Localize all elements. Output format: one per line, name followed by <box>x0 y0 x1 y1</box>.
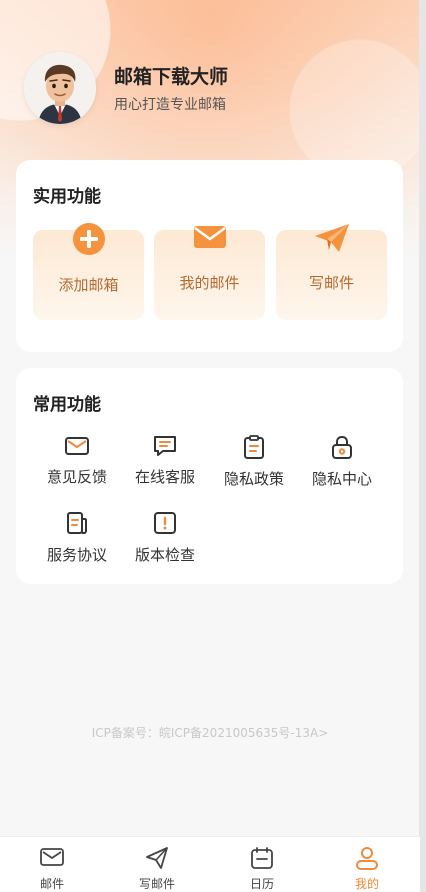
tile-label: 我的邮件 <box>179 274 240 292</box>
avatar[interactable] <box>24 52 96 124</box>
function-label: 在线客服 <box>134 468 195 486</box>
icp-record-link[interactable]: ICP备案号：皖ICP备2021005635号-13A> <box>0 724 420 741</box>
user-icon <box>356 847 378 870</box>
add-mailbox-button[interactable]: 添加邮箱 <box>33 223 144 320</box>
app-name: 邮箱下载大师 <box>114 66 229 88</box>
tab-mail[interactable]: 邮件 <box>0 837 104 892</box>
section-title: 常用功能 <box>33 395 101 415</box>
function-label: 隐私中心 <box>311 470 372 488</box>
compose-mail-button[interactable]: 写邮件 <box>276 224 387 320</box>
feedback-button[interactable]: 意见反馈 <box>33 434 121 487</box>
paper-plane-icon <box>313 222 351 258</box>
function-label: 版本检查 <box>134 546 195 564</box>
common-functions-card: 常用功能 意见反馈 在线客服 隐私政策 隐私中心 服务协议 版本检查 <box>16 368 403 584</box>
scrollbar[interactable] <box>419 0 426 892</box>
alert-icon <box>154 512 176 534</box>
privacy-center-button[interactable]: 隐私中心 <box>298 434 386 489</box>
chat-icon <box>154 436 176 456</box>
plus-circle-icon <box>72 222 106 260</box>
mail-icon <box>65 437 89 455</box>
function-label: 意见反馈 <box>46 468 107 486</box>
section-title: 实用功能 <box>33 187 101 207</box>
tab-calendar[interactable]: 日历 <box>210 837 314 892</box>
tab-label: 我的 <box>354 877 379 891</box>
version-check-button[interactable]: 版本检查 <box>121 510 209 565</box>
envelope-icon <box>192 222 228 256</box>
calendar-icon <box>251 847 273 869</box>
clipboard-icon <box>244 435 264 459</box>
tab-label: 写邮件 <box>138 877 175 891</box>
bottom-tab-bar: 邮件 写邮件 日历 我的 <box>0 836 420 892</box>
tab-label: 邮件 <box>39 877 64 891</box>
my-mail-button[interactable]: 我的邮件 <box>154 226 265 320</box>
service-agreement-button[interactable]: 服务协议 <box>33 510 121 565</box>
tile-label: 添加邮箱 <box>58 276 119 294</box>
tile-label: 写邮件 <box>308 274 354 292</box>
practical-functions-card: 实用功能 添加邮箱 我的邮件 写邮件 <box>16 160 403 352</box>
lock-icon <box>332 435 352 459</box>
function-label: 隐私政策 <box>223 470 284 488</box>
privacy-policy-button[interactable]: 隐私政策 <box>210 434 298 489</box>
tab-label: 日历 <box>249 877 274 891</box>
app-tagline: 用心打造专业邮箱 <box>114 97 226 113</box>
tab-me[interactable]: 我的 <box>315 837 419 892</box>
document-icon <box>67 512 87 534</box>
online-service-button[interactable]: 在线客服 <box>121 434 209 487</box>
tab-compose[interactable]: 写邮件 <box>105 837 209 892</box>
function-label: 服务协议 <box>46 546 107 564</box>
send-icon <box>146 847 168 869</box>
mail-icon <box>40 848 64 866</box>
